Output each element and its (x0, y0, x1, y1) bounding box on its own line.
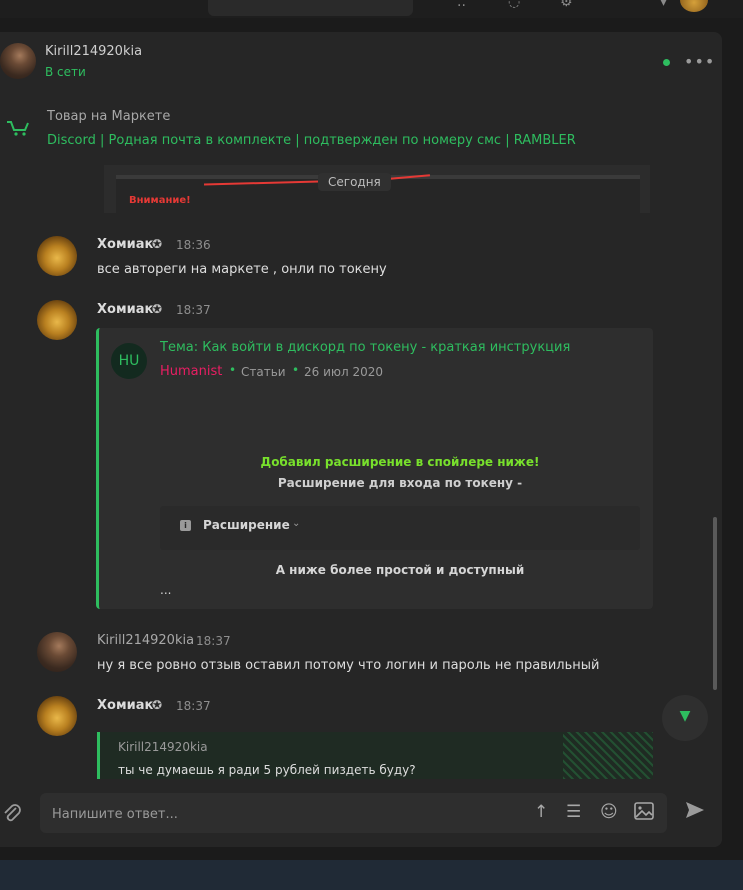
taskbar-strip (0, 860, 743, 890)
quote-category[interactable]: Статьи (241, 365, 286, 379)
message-author[interactable]: Хомиак (97, 302, 153, 317)
notification-icon[interactable]: ▾ (660, 0, 667, 10)
reply-input-wrapper: ↑ ☰ ☺ (40, 793, 667, 833)
reply-quote-author[interactable]: Kirill214920kia (118, 740, 208, 754)
emoji-icon[interactable]: ☺ (600, 802, 618, 822)
cart-icon (4, 116, 32, 140)
message-time: 18:36 (176, 238, 211, 252)
scrollbar-thumb[interactable] (713, 517, 717, 690)
quote-author[interactable]: Humanist (160, 364, 222, 379)
quote-lower-line: А ниже более простой и доступный (275, 563, 525, 577)
top-bar: ⁚⁚ ◌ ⚙ ▾ (0, 0, 743, 18)
chevron-down-icon: ⌄ (292, 518, 301, 529)
badge-icon: ✪ (152, 698, 163, 712)
search-bar-remnant[interactable] (208, 0, 413, 16)
chat-icon[interactable]: ◌ (508, 0, 520, 10)
author-avatar[interactable] (37, 300, 77, 340)
recipient-avatar[interactable] (0, 43, 36, 79)
network-icon[interactable]: ⁚⁚ (457, 0, 466, 10)
scroll-to-bottom-button[interactable]: ▼ (662, 695, 708, 741)
separator-dot: • (292, 363, 300, 377)
online-indicator (663, 59, 670, 66)
quote-ellipsis: ... (160, 583, 172, 597)
author-avatar[interactable] (37, 696, 77, 736)
message-time: 18:37 (176, 303, 211, 317)
conversation-panel: Kirill214920kia В сети ••• Товар на Марк… (0, 32, 722, 847)
send-icon[interactable] (684, 800, 706, 825)
recipient-username[interactable]: Kirill214920kia (45, 44, 142, 59)
paperclip-icon[interactable] (2, 803, 22, 830)
warning-label: Внимание! (129, 195, 191, 206)
message-time: 18:37 (196, 634, 231, 648)
info-icon: i (180, 520, 191, 531)
separator-dot: • (229, 363, 237, 377)
spoiler-label: Расширение (203, 518, 290, 532)
quote-author-avatar[interactable]: HU (111, 343, 147, 379)
more-options-button[interactable]: ••• (684, 52, 715, 71)
market-item-link[interactable]: Discord | Родная почта в комплекте | под… (47, 133, 576, 148)
chevron-down-icon: ▼ (679, 708, 691, 724)
image-icon[interactable] (634, 802, 654, 825)
list-icon[interactable]: ☰ (566, 802, 581, 822)
reply-quote-text: ты че думаешь я ради 5 рублей пиздеть бу… (118, 763, 416, 777)
message-author[interactable]: Kirill214920kia (97, 633, 194, 648)
reply-input[interactable] (50, 803, 524, 825)
message-text: все автореги на маркете , онли по токену (97, 262, 387, 277)
message-time: 18:37 (176, 699, 211, 713)
author-avatar[interactable] (37, 632, 77, 672)
quote-thread-title[interactable]: Тема: Как войти в дискорд по токену - кр… (160, 340, 570, 355)
badge-icon: ✪ (152, 302, 163, 316)
quote-date: 26 июл 2020 (304, 365, 384, 379)
badge-icon: ✪ (152, 237, 163, 251)
spoiler-toggle[interactable]: i Расширение ⌄ (160, 506, 640, 550)
quote-added-line: Добавил расширение в спойлере ниже! (260, 455, 540, 469)
arrow-up-icon[interactable]: ↑ (534, 802, 548, 822)
settings-icon[interactable]: ⚙ (560, 0, 573, 10)
message-author[interactable]: Хомиак (97, 237, 153, 252)
message-author[interactable]: Хомиак (97, 698, 153, 713)
author-avatar[interactable] (37, 236, 77, 276)
online-status: В сети (45, 65, 86, 79)
current-user-avatar[interactable] (680, 0, 708, 12)
date-divider: Сегодня (318, 173, 391, 191)
market-label: Товар на Маркете (47, 109, 171, 124)
message-text: ну я все ровно отзыв оставил потому что … (97, 658, 600, 673)
quote-ext-line: Расширение для входа по токену - (277, 476, 523, 490)
